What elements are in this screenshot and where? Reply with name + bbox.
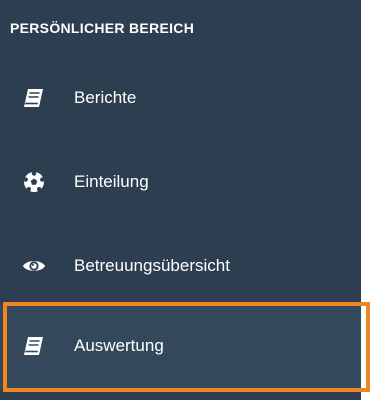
book-icon: [22, 334, 46, 358]
sidebar-item-auswertung[interactable]: Auswertung: [0, 303, 361, 389]
sidebar-item-berichte[interactable]: Berichte: [0, 56, 361, 140]
sidebar-item-label: Einteilung: [74, 172, 149, 191]
page-edge: [361, 0, 371, 400]
eye-icon: [22, 254, 46, 278]
sidebar-item-label: Auswertung: [74, 336, 164, 355]
sidebar-item-label: Betreuungsübersicht: [74, 256, 230, 275]
sidebar-item-betreuungsuebersicht[interactable]: Betreuungsübersicht: [0, 224, 361, 308]
section-title: PERSÖNLICHER BEREICH: [10, 20, 195, 36]
sidebar-menu: PERSÖNLICHER BEREICH Berichte Einteilung…: [0, 0, 371, 400]
soccer-ball-icon: [22, 170, 46, 194]
sidebar-item-label: Berichte: [74, 88, 137, 107]
book-icon: [22, 86, 46, 110]
sidebar-item-einteilung[interactable]: Einteilung: [0, 140, 361, 224]
